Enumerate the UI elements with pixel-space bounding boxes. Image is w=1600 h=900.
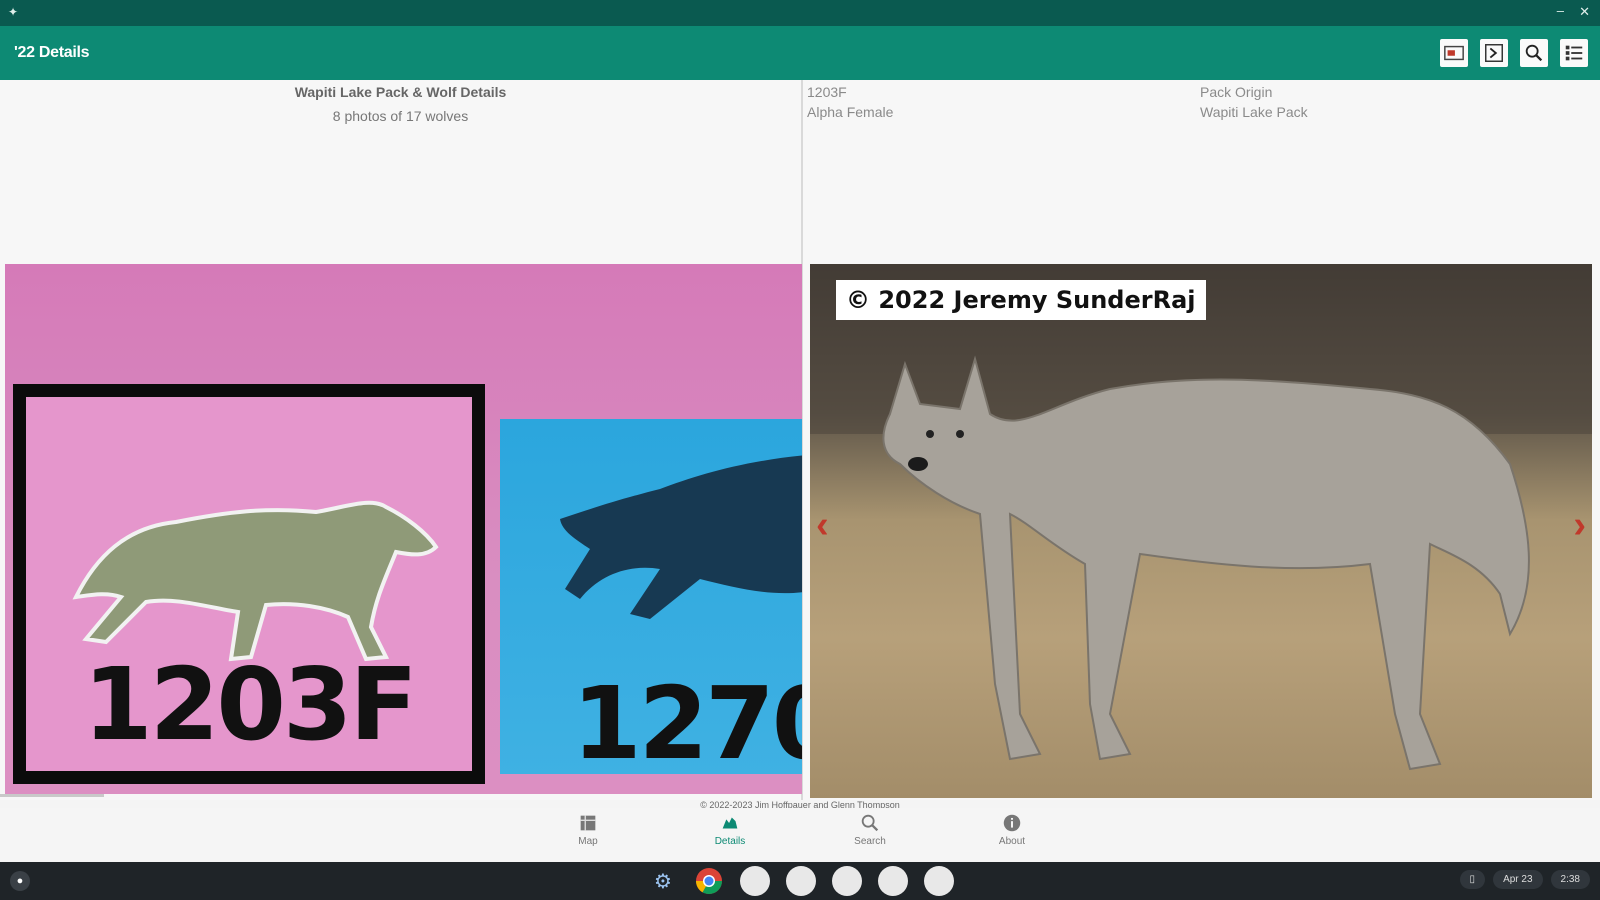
app-icon[interactable] bbox=[786, 866, 816, 896]
nav-search-label: Search bbox=[854, 836, 886, 847]
photo-credit: © 2022 Jeremy SunderRaj bbox=[836, 280, 1206, 320]
settings-icon[interactable]: ⚙ bbox=[648, 866, 678, 896]
slideshow-button[interactable] bbox=[1440, 39, 1468, 67]
launcher-button[interactable]: ● bbox=[10, 871, 30, 891]
magnifier-icon bbox=[1525, 44, 1543, 62]
previous-photo-button[interactable]: ‹ bbox=[816, 504, 829, 547]
nav-map[interactable]: Map bbox=[548, 812, 628, 847]
nav-map-label: Map bbox=[578, 836, 598, 847]
photo-count: 8 photos of 17 wolves bbox=[332, 108, 469, 124]
os-shelf: ● ⚙ ▯ Apr 23 2:38 bbox=[0, 862, 1600, 900]
minimize-icon[interactable]: – bbox=[1557, 3, 1564, 18]
chrome-icon[interactable] bbox=[694, 866, 724, 896]
date-display[interactable]: Apr 23 bbox=[1493, 870, 1543, 889]
search-icon bbox=[861, 814, 879, 832]
wolf-card-selected[interactable]: 1203F bbox=[13, 384, 485, 784]
shelf-apps: ⚙ bbox=[648, 866, 954, 896]
wolf-silhouette-icon bbox=[560, 455, 802, 619]
app-bar: '22 Details bbox=[0, 26, 1600, 80]
slideshow-icon bbox=[1444, 45, 1464, 61]
wolf-photo[interactable]: © 2022 Jeremy SunderRaj ‹ › bbox=[810, 264, 1592, 798]
page-title: '22 Details bbox=[14, 44, 90, 61]
wolf-card-label: 1270 bbox=[572, 665, 802, 782]
window-titlebar: ✦ – ✕ bbox=[0, 0, 1600, 26]
app-icon[interactable] bbox=[924, 866, 954, 896]
zoom-button[interactable] bbox=[1520, 39, 1548, 67]
close-icon[interactable]: ✕ bbox=[1579, 4, 1590, 20]
bottom-navigation: Map Details Search About bbox=[0, 808, 1600, 862]
phone-icon[interactable]: ▯ bbox=[1459, 870, 1486, 889]
details-content: Wapiti Lake Pack & Wolf Details 8 photos… bbox=[0, 80, 1600, 800]
list-icon bbox=[1565, 45, 1583, 61]
info-icon bbox=[1003, 814, 1021, 832]
wolf-id: 1203F bbox=[807, 84, 847, 100]
wolf-role: Alpha Female bbox=[807, 104, 894, 120]
list-view-button[interactable] bbox=[1560, 39, 1588, 67]
wolf-silhouette-icon bbox=[72, 500, 439, 662]
app-icon[interactable] bbox=[878, 866, 908, 896]
pack-origin-value: Wapiti Lake Pack bbox=[1200, 104, 1308, 120]
compare-button[interactable] bbox=[1480, 39, 1508, 67]
app-icon[interactable] bbox=[832, 866, 862, 896]
status-tray[interactable]: ▯ Apr 23 2:38 bbox=[1459, 870, 1590, 889]
time-display[interactable]: 2:38 bbox=[1550, 870, 1590, 889]
pack-origin-label: Pack Origin bbox=[1200, 84, 1273, 100]
wolf-photo-image bbox=[810, 264, 1592, 771]
app-icon[interactable] bbox=[740, 866, 770, 896]
nav-details-label: Details bbox=[714, 836, 746, 847]
wolf-info: 1203F Alpha Female bbox=[807, 82, 893, 122]
nav-about[interactable]: About bbox=[972, 812, 1052, 847]
nav-search[interactable]: Search bbox=[830, 812, 910, 847]
next-photo-button[interactable]: › bbox=[1573, 504, 1586, 547]
wolf-card-label: 1203F bbox=[83, 646, 418, 763]
pack-origin: Pack Origin Wapiti Lake Pack bbox=[1200, 82, 1308, 122]
compare-icon bbox=[1485, 44, 1503, 62]
wolf-icon bbox=[722, 817, 738, 829]
map-icon bbox=[580, 815, 596, 831]
gallery-scroll-indicator[interactable] bbox=[0, 794, 104, 797]
nav-about-label: About bbox=[998, 836, 1026, 847]
pack-title: Wapiti Lake Pack & Wolf Details bbox=[294, 84, 507, 100]
wolf-card[interactable]: 1270 bbox=[500, 419, 802, 782]
wolf-card-gallery[interactable]: 1203F 1270 bbox=[5, 264, 802, 794]
app-menu-icon[interactable]: ✦ bbox=[8, 5, 18, 19]
pack-header: Wapiti Lake Pack & Wolf Details 8 photos… bbox=[0, 84, 801, 124]
appbar-actions bbox=[1440, 39, 1588, 67]
nav-details[interactable]: Details bbox=[690, 812, 770, 847]
